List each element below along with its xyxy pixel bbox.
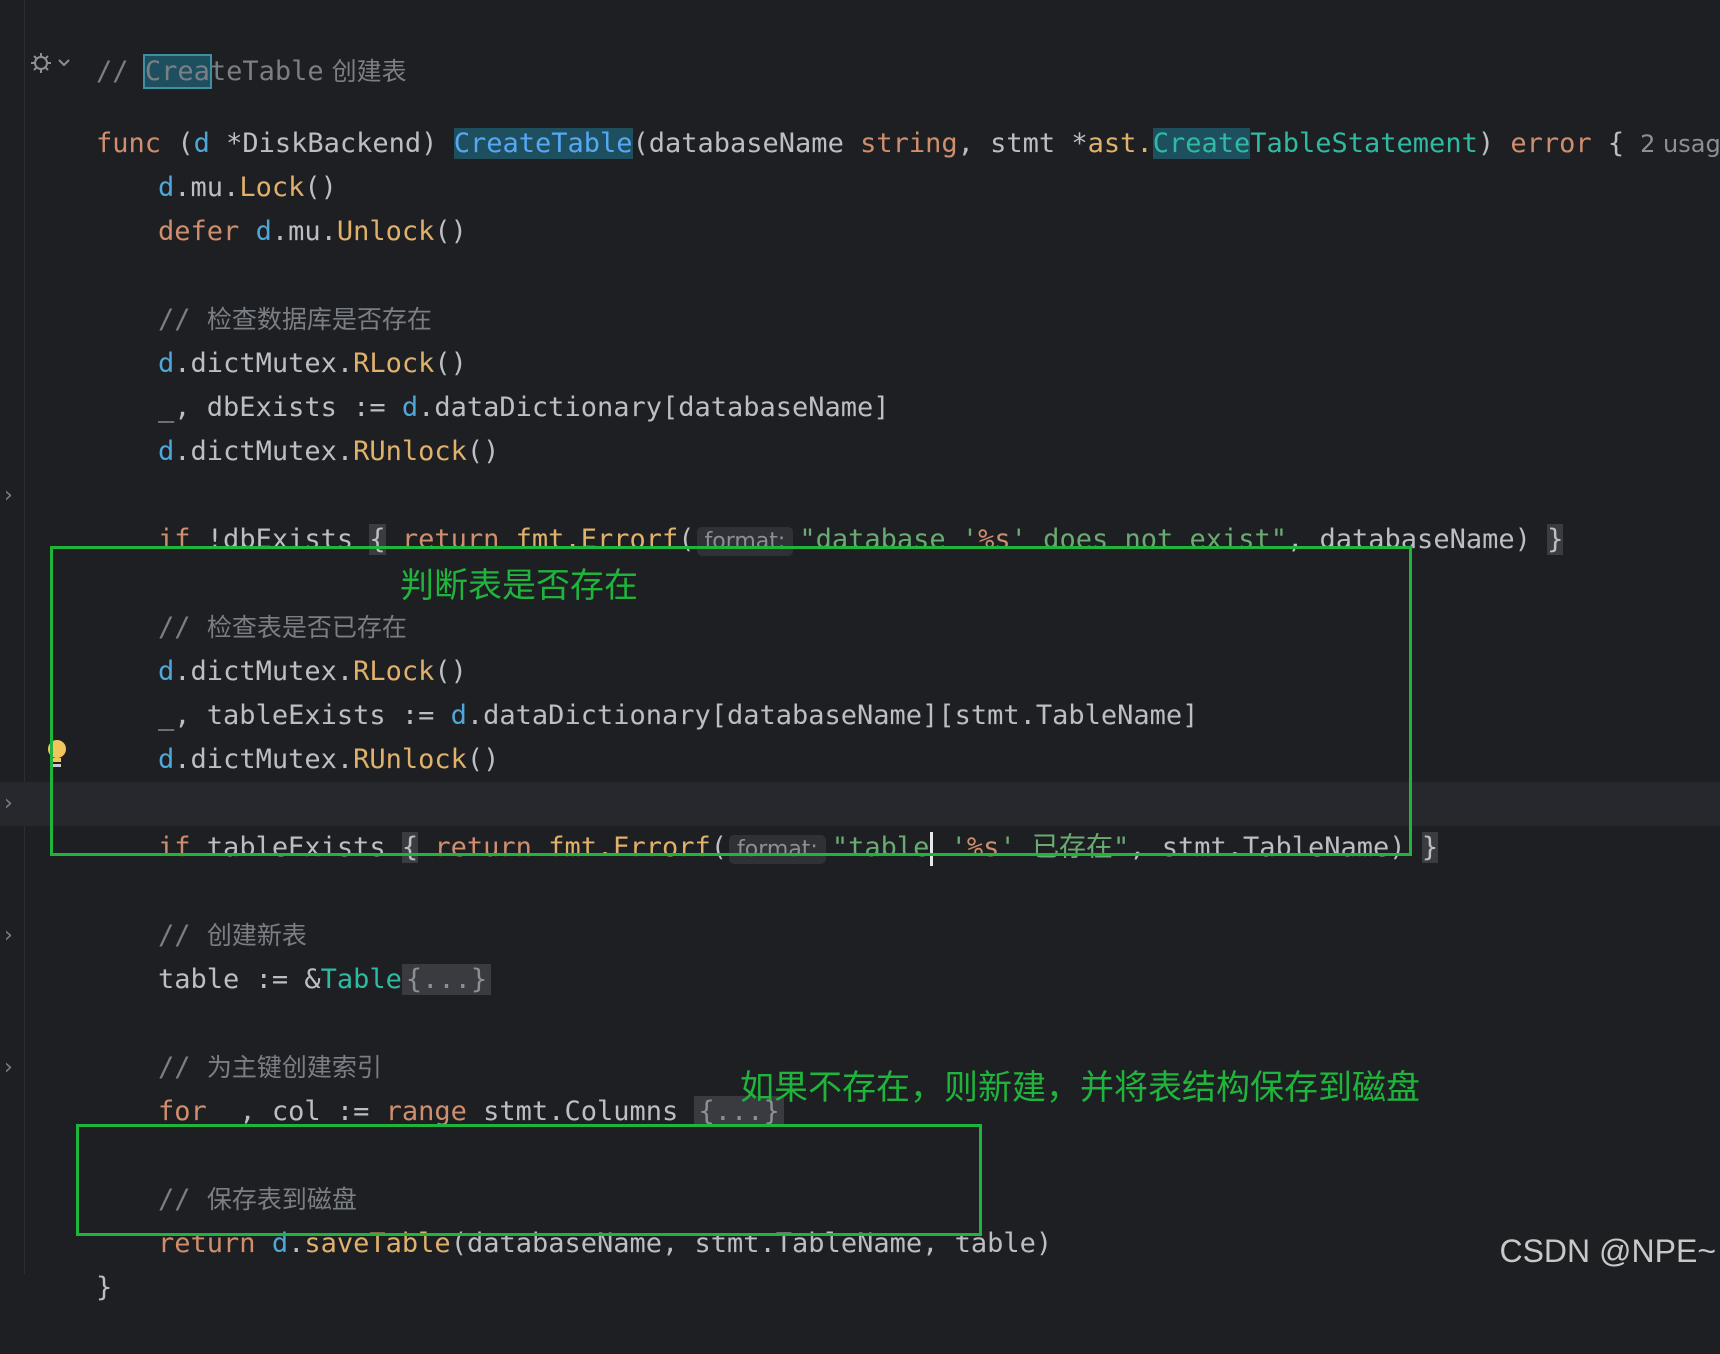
stmt-type-rest: TableStatement — [1250, 128, 1478, 159]
recv-close: ) — [421, 128, 454, 159]
param-close: ) — [1477, 128, 1511, 159]
comment-line[interactable]: // 为主键创建索引 — [93, 1002, 382, 1083]
code-editor[interactable]: // CreateTable 创建表 func (d *DiskBackend)… — [0, 0, 1720, 1303]
receiver-ref: d — [158, 436, 175, 467]
param-open: (databaseName — [632, 128, 861, 159]
fold-chevron-icon[interactable]: › — [4, 782, 13, 826]
annotation-box-save — [76, 1124, 982, 1236]
code-text: () — [466, 436, 500, 467]
code-text: .dictMutex. — [174, 436, 354, 467]
doc-comment-line[interactable]: // CreateTable 创建表 — [31, 6, 407, 89]
error-type: error — [1510, 128, 1592, 159]
gear-icon[interactable] — [29, 50, 73, 76]
fold-brace-close[interactable]: } — [1547, 524, 1564, 555]
close-brace: } — [96, 1272, 113, 1303]
method-call: Unlock — [336, 216, 435, 247]
code-line[interactable]: d.dictMutex.RLock() — [93, 298, 467, 379]
fold-chevron-icon[interactable]: › — [4, 474, 13, 518]
range-keyword: range — [385, 1096, 467, 1127]
annotation-label-save: 如果不存在，则新建，并将表结构保存到磁盘 — [740, 1068, 1420, 1108]
param-mid: , stmt * — [957, 128, 1088, 159]
ast-package: ast. — [1087, 128, 1153, 159]
folded-if-line[interactable]: if !dbExists { return fmt.Errorf(format:… — [93, 474, 1564, 556]
code-text: .mu. — [271, 216, 337, 247]
open-brace: { — [1591, 128, 1625, 159]
watermark: CSDN @NPE~ — [1499, 1233, 1716, 1269]
code-line[interactable]: defer d.mu.Unlock() — [93, 166, 467, 247]
function-name[interactable]: CreateTable — [453, 128, 633, 159]
folded-block[interactable]: {...} — [401, 964, 492, 995]
code-line[interactable]: for _, col := range stmt.Columns {...} — [93, 1046, 784, 1127]
receiver-ref: d — [255, 216, 272, 247]
stmt-type-highlight: Create — [1152, 128, 1251, 159]
code-line[interactable]: _, dbExists := d.dataDictionary[database… — [93, 342, 890, 423]
annotation-box-check — [50, 546, 1412, 856]
code-line[interactable]: d.mu.Lock() — [93, 122, 337, 203]
code-text: stmt.Columns — [466, 1096, 695, 1127]
chevron-down-icon — [58, 59, 70, 67]
code-line[interactable]: table := &Table {...} — [93, 914, 492, 995]
type-name: Table — [320, 964, 402, 995]
gutter-divider — [24, 0, 25, 1274]
for-keyword: for — [158, 1096, 207, 1127]
code-text: table := & — [158, 964, 321, 995]
comment-line[interactable]: // 创建新表 — [93, 870, 307, 951]
fold-brace-close[interactable]: } — [1421, 832, 1439, 863]
usages-hint[interactable]: 2 usages — [1640, 130, 1720, 158]
method-call: RUnlock — [353, 436, 467, 467]
fold-chevron-icon[interactable]: › — [4, 1046, 13, 1090]
func-signature-line[interactable]: func (d *DiskBackend) CreateTable(databa… — [31, 78, 1720, 159]
string-type: string — [860, 128, 958, 159]
comment-line[interactable]: // 检查数据库是否存在 — [93, 254, 432, 335]
code-text: _, col := — [206, 1096, 386, 1127]
code-text: () — [434, 216, 467, 247]
annotation-label-check: 判断表是否存在 — [400, 566, 638, 606]
defer-keyword: defer — [158, 216, 240, 247]
code-line[interactable]: d.dictMutex.RUnlock() — [93, 386, 499, 467]
fold-chevron-icon[interactable]: › — [4, 914, 13, 958]
